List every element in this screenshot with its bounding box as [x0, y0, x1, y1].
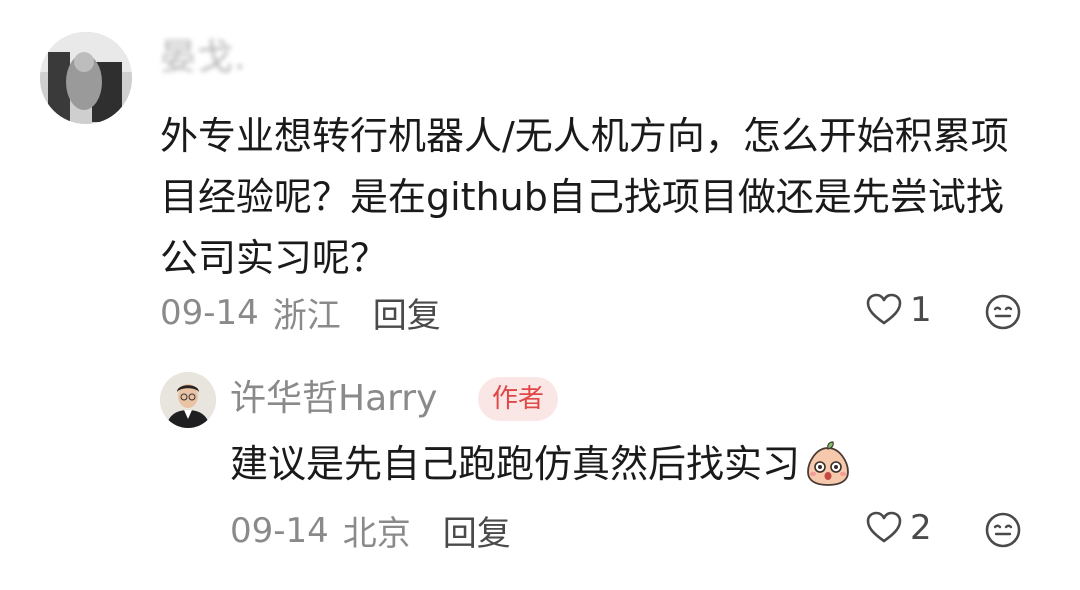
- smiley-face-icon: [985, 294, 1021, 330]
- heart-outline-icon: [866, 511, 902, 543]
- reply-button[interactable]: 回复: [373, 288, 441, 337]
- reply-region: 北京: [342, 514, 411, 554]
- reply-avatar[interactable]: [160, 372, 216, 428]
- reply-username[interactable]: 许华哲Harry: [230, 374, 437, 424]
- comment-username[interactable]: 晏戈.: [160, 36, 246, 80]
- comment-thread: 晏戈. 外专业想转行机器人/无人机方向，怎么开始积累项目经验呢？是在github…: [0, 0, 1080, 590]
- like-count: 1: [910, 290, 932, 330]
- reply-react-button[interactable]: [983, 510, 1023, 550]
- comment-meta: 09-14 浙江 回复: [160, 288, 441, 337]
- avatar[interactable]: [40, 32, 132, 124]
- reply-text: 建议是先自己跑跑仿真然后找实习: [230, 442, 801, 486]
- reply-like-button[interactable]: 2: [864, 508, 932, 548]
- author-badge: 作者: [478, 377, 559, 421]
- comment-text: 外专业想转行机器人/无人机方向，怎么开始积累项目经验呢？是在github自己找项…: [160, 114, 1009, 280]
- comment-region: 浙江: [272, 296, 341, 336]
- comment-date: 09-14: [160, 292, 259, 333]
- reply-avatar-image: [160, 372, 216, 428]
- reply-reply-button[interactable]: 回复: [443, 506, 511, 555]
- reply-text-row: 建议是先自己跑跑仿真然后找实习: [230, 436, 852, 492]
- avatar-image: [40, 32, 132, 124]
- reply-like-count: 2: [910, 508, 932, 548]
- reply-meta: 09-14 北京 回复: [230, 506, 511, 555]
- like-button[interactable]: 1: [864, 290, 932, 330]
- surprised-peach-emoji: [807, 441, 849, 486]
- react-button[interactable]: [983, 292, 1023, 332]
- heart-outline-icon: [866, 293, 902, 325]
- reply-date: 09-14: [230, 510, 329, 551]
- smiley-face-icon: [985, 512, 1021, 548]
